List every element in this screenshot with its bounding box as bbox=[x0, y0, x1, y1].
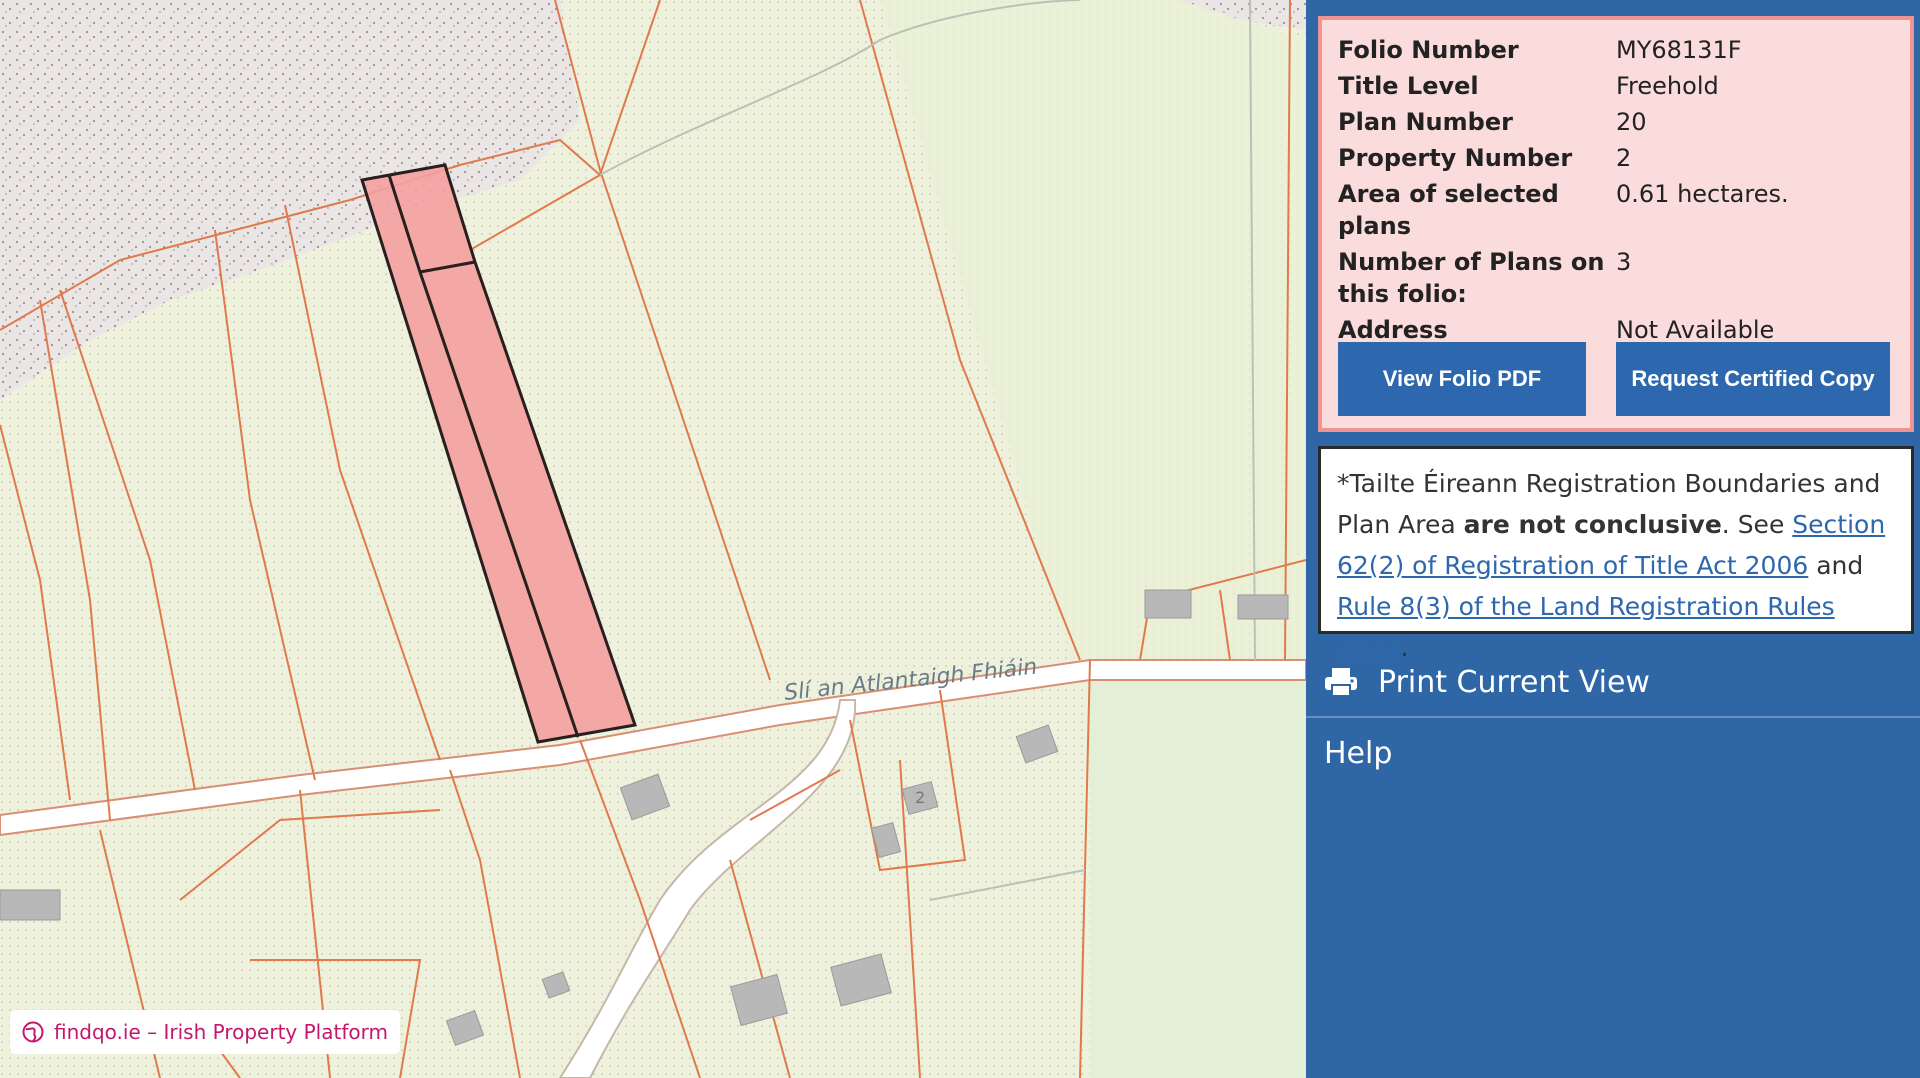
globe-icon bbox=[22, 1021, 44, 1043]
row-label: Number of Plans on this folio: bbox=[1338, 248, 1605, 308]
help-label: Help bbox=[1324, 735, 1393, 771]
map-view[interactable]: Slí an Atlantaigh Fhiáin 2 bbox=[0, 0, 1306, 1078]
row-label: Plan Number bbox=[1338, 108, 1513, 136]
watermark: findqo.ie – Irish Property Platform bbox=[10, 1010, 400, 1054]
row-value: Freehold bbox=[1616, 72, 1719, 100]
printer-icon bbox=[1325, 668, 1357, 697]
row-label: Property Number bbox=[1338, 144, 1573, 172]
map-canvas[interactable]: Slí an Atlantaigh Fhiáin 2 bbox=[0, 0, 1306, 1078]
table-row: Plan Number 20 bbox=[1338, 104, 1789, 140]
row-label: Folio Number bbox=[1338, 36, 1519, 64]
table-row: Title Level Freehold bbox=[1338, 68, 1789, 104]
disclaimer-text-and: and bbox=[1808, 551, 1864, 580]
view-folio-pdf-button[interactable]: View Folio PDF bbox=[1338, 342, 1586, 416]
row-label: Area of selected plans bbox=[1338, 180, 1559, 240]
property-number-label: 2 bbox=[915, 788, 925, 807]
table-row: Number of Plans on this folio: 3 bbox=[1338, 244, 1789, 312]
table-row: Property Number 2 bbox=[1338, 140, 1789, 176]
row-value: MY68131F bbox=[1616, 36, 1742, 64]
table-row: Folio Number MY68131F bbox=[1338, 32, 1789, 68]
row-value: 20 bbox=[1616, 108, 1647, 136]
print-label: Print Current View bbox=[1378, 664, 1650, 700]
row-label: Title Level bbox=[1338, 72, 1479, 100]
row-value: 0.61 hectares. bbox=[1616, 180, 1789, 208]
row-value: 3 bbox=[1616, 248, 1632, 276]
table-row: Area of selected plans 0.61 hectares. bbox=[1338, 176, 1789, 244]
row-value: 2 bbox=[1616, 144, 1632, 172]
print-current-view-button[interactable]: Print Current View bbox=[1306, 648, 1920, 718]
disclaimer-box: *Tailte Éireann Registration Boundaries … bbox=[1318, 446, 1914, 662]
disclaimer-bold: are not conclusive bbox=[1463, 510, 1722, 539]
field-south-east bbox=[1090, 660, 1306, 1078]
folio-details-table: Folio Number MY68131F Title Level Freehold… bbox=[1338, 32, 1789, 348]
help-menu-item[interactable]: Help bbox=[1306, 718, 1920, 788]
watermark-text: findqo.ie – Irish Property Platform bbox=[54, 1020, 388, 1044]
request-certified-copy-button[interactable]: Request Certified Copy bbox=[1616, 342, 1890, 416]
disclaimer-text-mid: . See bbox=[1721, 510, 1793, 539]
folio-info-box: Folio Number MY68131F Title Level Freehold… bbox=[1318, 16, 1914, 432]
